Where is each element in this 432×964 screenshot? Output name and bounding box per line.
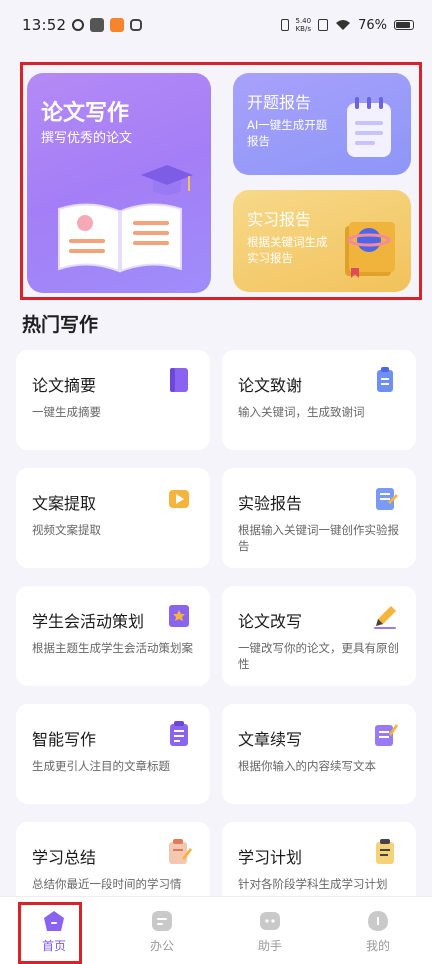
paper-writing-subtitle: 撰写优秀的论文 [41,131,133,146]
graduation-cap-illustration [141,165,193,195]
fan-icon [130,19,143,31]
feature-desc: 生成更引人注目的文章标题 [32,759,170,773]
nav-profile-label: 我的 [365,939,390,953]
nav-home-highlight [18,902,82,964]
feature-title: 智能写作 [32,730,97,749]
network-speed-value: 5.40 [295,17,312,25]
nav-profile[interactable]: 我的 [324,897,432,964]
status-time: 13:52 [22,16,67,34]
taobao-notification-icon [110,18,125,32]
feature-card-student-union-plan[interactable]: 学生会活动策划 根据主题生成学生会活动策划案 [16,586,210,686]
feature-desc: 根据输入关键词一键创作实验报告 [238,523,399,553]
app-notification-icon [90,18,105,32]
feature-title: 学习计划 [238,848,303,867]
status-bar: 13:52 5.40 KB/s 76% [0,0,432,50]
feature-card-experiment-report[interactable]: 实验报告 根据输入关键词一键创作实验报告 [222,468,416,568]
feature-desc: 一键生成摘要 [32,405,101,419]
feature-desc: 输入关键词，生成致谢词 [238,405,365,419]
feature-card-smart-writing[interactable]: 智能写作 生成更引人注目的文章标题 [16,704,210,804]
feature-card-paper-rewrite[interactable]: 论文改写 一键改写你的论文，更具有原创性 [222,586,416,686]
nav-assistant-label: 助手 [257,939,282,953]
feature-title: 文章续写 [238,730,303,749]
assistant-icon [260,912,280,930]
plan-clipboard-icon [376,839,394,864]
feature-card-acknowledgement[interactable]: 论文致谢 输入关键词，生成致谢词 [222,350,416,450]
feature-card-paper-abstract[interactable]: 论文摘要 一键生成摘要 [16,350,210,450]
feature-title: 学习总结 [32,848,97,867]
internship-report-title: 实习报告 [247,210,312,229]
feature-title: 学生会活动策划 [32,612,145,631]
signal-blocked-icon [318,19,329,31]
clipboard-icon [377,367,393,392]
vibrate-icon [280,19,289,31]
plan-badge-icon [169,605,189,627]
nav-office-label: 办公 [149,939,174,953]
network-speed-unit: KB/s [295,25,311,33]
checklist-icon [170,721,188,746]
notepad-illustration [347,97,391,157]
feature-title: 论文摘要 [32,376,97,395]
report-document-icon [376,488,398,510]
paper-writing-title: 论文写作 [41,101,130,126]
internship-report-desc: 根据关键词生成实习报告 [247,235,328,265]
internship-report-card[interactable]: 实习报告 根据关键词生成实习报告 [233,190,411,292]
proposal-report-desc: AI一键生成开题报告 [247,118,328,148]
hot-writing-title: 热门写作 [22,314,99,336]
feature-title: 实验报告 [238,494,303,513]
video-play-icon [169,490,189,508]
proposal-report-card[interactable]: 开题报告 AI一键生成开题报告 [233,73,411,175]
notification-icon [72,19,85,31]
feature-card-copy-extract[interactable]: 文案提取 视频文案提取 [16,468,210,568]
feature-desc: 针对各阶段学科生成学习计划 [238,877,388,891]
feature-desc: 视频文案提取 [32,523,101,537]
open-book-illustration [58,203,182,273]
feature-desc: 总结你最近一段时间的学习情 [32,877,182,891]
note-pen-icon [375,724,398,746]
feature-title: 论文致谢 [238,376,303,395]
proposal-report-title: 开题报告 [247,93,312,112]
book-planet-illustration [345,222,395,278]
pencil-icon [374,606,396,629]
feature-title: 文案提取 [32,494,97,513]
profile-icon [368,911,388,931]
network-speed: 5.40 KB/s [296,17,312,33]
battery-icon [394,20,414,30]
nav-assistant[interactable]: 助手 [216,897,324,964]
feature-desc: 根据主题生成学生会活动策划案 [32,641,193,655]
feature-title: 论文改写 [238,612,303,631]
battery-percent: 76% [358,17,387,33]
paper-writing-card[interactable]: 论文写作 撰写优秀的论文 [27,73,211,293]
clipboard-pencil-icon [169,839,192,864]
nav-office[interactable]: 办公 [108,897,216,964]
feature-desc: 根据你输入的内容续写文本 [238,759,376,773]
office-icon [152,911,172,931]
banner-highlight: 论文写作 撰写优秀的论文 开题报告 AI一键生成开题报告 实习报告 根据关键词生… [20,62,422,300]
feature-card-article-continue[interactable]: 文章续写 根据你输入的内容续写文本 [222,704,416,804]
wifi-icon [336,20,351,30]
feature-desc: 一键改写你的论文，更具有原创性 [238,641,399,671]
purple-book-icon [170,368,188,392]
